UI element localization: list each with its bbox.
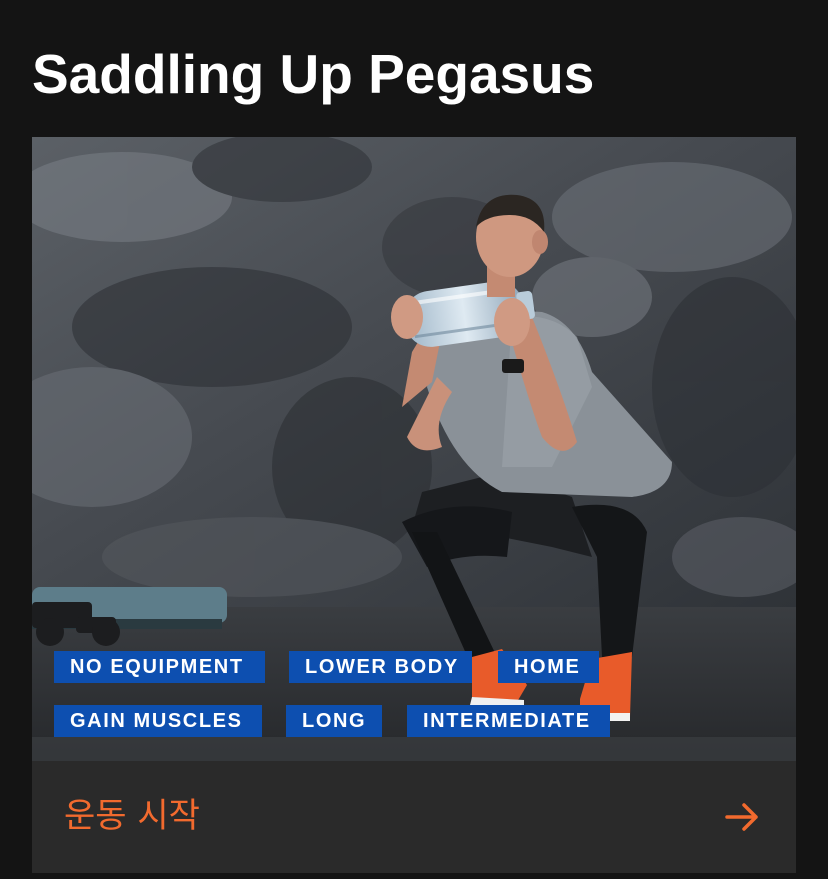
arrow-right-icon [724, 799, 760, 835]
workout-screen: Saddling Up Pegasus NO EQUIPMENT LOWER B… [0, 0, 828, 879]
start-workout-button[interactable]: 운동 시작 [32, 761, 796, 873]
workout-hero-image: NO EQUIPMENT LOWER BODY HOME GAIN MUSCLE… [32, 137, 796, 761]
tag-intermediate: INTERMEDIATE [407, 705, 610, 737]
tag-long: LONG [286, 705, 382, 737]
tag-home: HOME [498, 651, 599, 683]
tag-no-equipment: NO EQUIPMENT [54, 651, 265, 683]
tag-gain-muscles: GAIN MUSCLES [54, 705, 262, 737]
tag-lower-body: LOWER BODY [289, 651, 472, 683]
page-title: Saddling Up Pegasus [32, 43, 595, 105]
start-workout-label: 운동 시작 [64, 796, 200, 836]
workout-card[interactable]: NO EQUIPMENT LOWER BODY HOME GAIN MUSCLE… [32, 137, 796, 873]
